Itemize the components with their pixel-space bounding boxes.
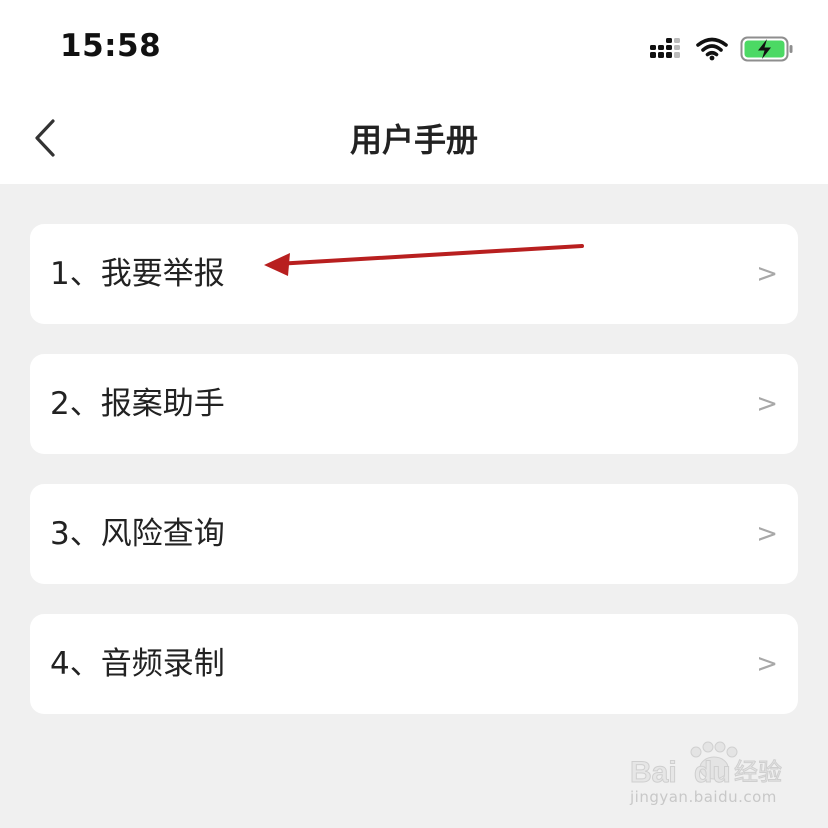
back-button[interactable] (20, 114, 70, 166)
menu-item-label: 1、我要举报 (50, 256, 225, 292)
signal-icon (650, 37, 684, 65)
watermark-url: jingyan.baidu.com (630, 788, 777, 806)
svg-text:du: du (694, 756, 731, 789)
baidu-jingyan-watermark: Bai du 经验 jingyan.baidu.com (628, 738, 788, 814)
menu-list: 1、我要举报 > 2、报案助手 > 3、风险查询 > 4、音频录制 > (30, 224, 798, 744)
status-time: 15:58 (60, 28, 162, 64)
menu-item-label: 4、音频录制 (50, 646, 225, 682)
chevron-right-icon: > (756, 649, 778, 679)
svg-text:经验: 经验 (734, 758, 782, 786)
baidu-paw-logo: Bai du 经验 (630, 741, 783, 790)
chevron-right-icon: > (756, 389, 778, 419)
menu-item-case-assistant[interactable]: 2、报案助手 > (30, 354, 798, 454)
svg-text:Bai: Bai (630, 756, 677, 789)
menu-item-label: 3、风险查询 (50, 516, 225, 552)
status-bar: 15:58 (0, 0, 828, 96)
status-icons (650, 34, 794, 68)
menu-item-risk-query[interactable]: 3、风险查询 > (30, 484, 798, 584)
menu-item-label: 2、报案助手 (50, 386, 225, 422)
menu-item-report[interactable]: 1、我要举报 > (30, 224, 798, 324)
menu-item-audio-recording[interactable]: 4、音频录制 > (30, 614, 798, 714)
chevron-right-icon: > (756, 519, 778, 549)
chevron-left-icon (33, 118, 57, 162)
nav-bar: 用户手册 (0, 96, 828, 184)
chevron-right-icon: > (756, 259, 778, 289)
battery-charging-icon (740, 35, 794, 67)
page-title: 用户手册 (349, 121, 478, 159)
wifi-icon (696, 37, 728, 65)
